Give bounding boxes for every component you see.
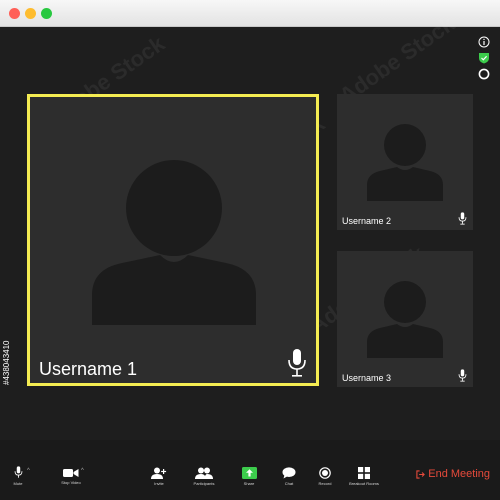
avatar (92, 160, 256, 325)
participant-tile[interactable]: Username 2 (337, 94, 473, 230)
stop-video-label: Stop Video (61, 480, 81, 485)
avatar (367, 124, 443, 201)
shield-check-icon[interactable] (478, 51, 490, 64)
chat-bubble-icon (282, 467, 296, 479)
participant-name: Username 3 (342, 373, 392, 383)
participants-label: Participants (193, 481, 215, 486)
record-label: Record (318, 481, 332, 486)
video-camera-icon (63, 469, 79, 477)
add-user-icon (151, 467, 167, 479)
invite-label: Invite (154, 481, 164, 486)
invite-button[interactable]: Invite (148, 467, 170, 486)
breakout-rooms-button[interactable]: Breakout Rooms (346, 467, 382, 486)
mute-options-chevron-icon[interactable]: ^ (27, 468, 30, 474)
avatar (367, 281, 443, 358)
participant-name: Username 1 (39, 359, 138, 379)
participant-name: Username 2 (342, 216, 392, 226)
microphone-icon (288, 349, 306, 377)
participant-tile[interactable]: Username 3 (337, 251, 473, 387)
record-indicator-icon (478, 67, 490, 80)
participant-tile-active[interactable]: Username 1 (27, 94, 319, 386)
maximize-window-button[interactable] (41, 8, 52, 19)
breakout-rooms-label: Breakout Rooms (349, 481, 379, 486)
microphone-icon (458, 212, 467, 225)
microphone-icon (14, 466, 22, 478)
end-meeting-button[interactable]: End Meeting (416, 468, 490, 480)
record-button[interactable]: Record (314, 467, 336, 486)
chat-label: Chat (284, 481, 294, 486)
video-options-chevron-icon[interactable]: ^ (81, 468, 84, 474)
close-window-button[interactable] (9, 8, 20, 19)
mute-button[interactable]: Mute (8, 466, 28, 486)
breakout-rooms-icon (358, 467, 370, 479)
record-icon (319, 467, 331, 479)
share-button[interactable]: Share (239, 467, 259, 486)
end-meeting-label: End Meeting (428, 468, 490, 480)
info-icon[interactable] (478, 35, 490, 48)
watermark-id: #438043410 (2, 340, 11, 386)
participants-icon (195, 467, 213, 479)
mute-label: Mute (13, 481, 23, 486)
share-label: Share (243, 481, 255, 486)
status-icons (478, 35, 490, 83)
minimize-window-button[interactable] (25, 8, 36, 19)
meeting-window: Adobe Stock Adobe Stock Adobe Stock Adob… (0, 0, 500, 500)
exit-icon (416, 469, 426, 479)
participants-button[interactable]: Participants (190, 467, 218, 486)
chat-button[interactable]: Chat (279, 467, 299, 486)
share-screen-icon (241, 467, 257, 479)
title-bar (0, 0, 500, 27)
microphone-icon (458, 369, 467, 382)
